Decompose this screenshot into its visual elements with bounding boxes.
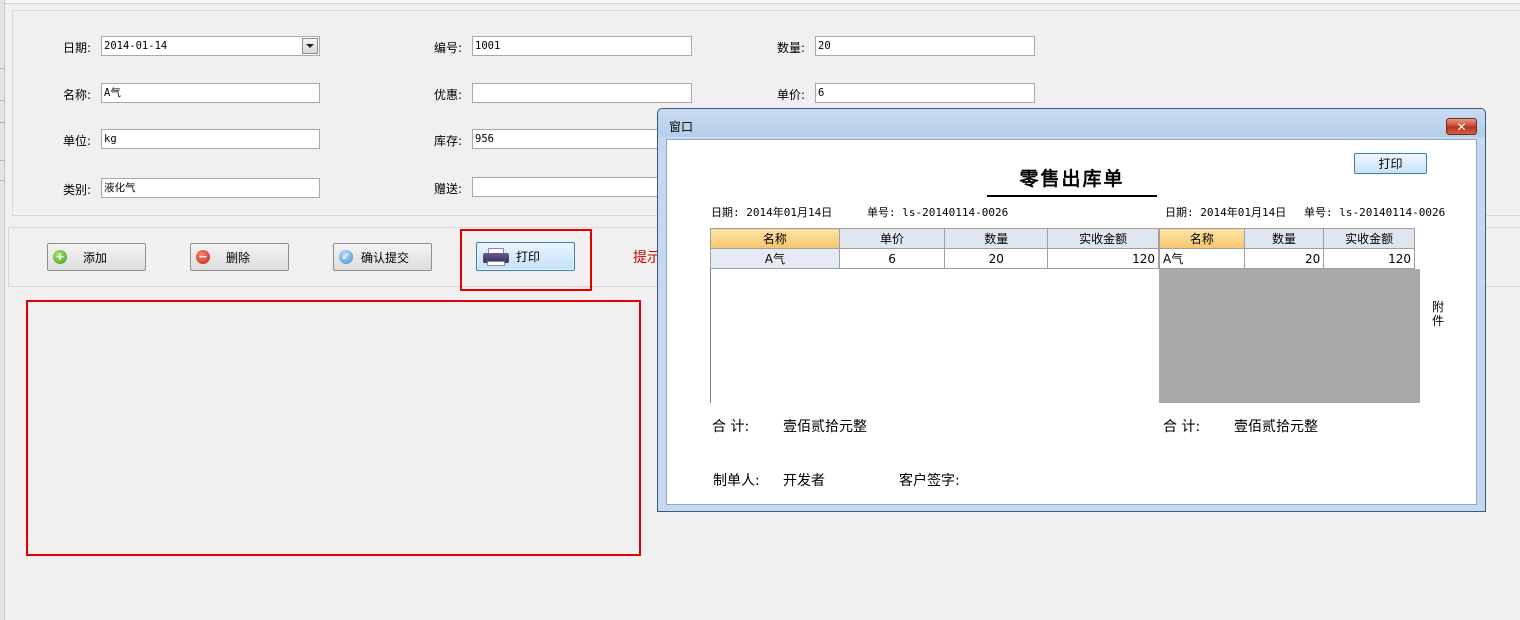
- category-field[interactable]: 液化气: [101, 178, 320, 198]
- plus-icon: +: [53, 250, 67, 264]
- date-picker[interactable]: 2014-01-14: [101, 36, 320, 56]
- stock-label: 库存:: [434, 134, 463, 148]
- empty-area-highlight: [26, 300, 641, 556]
- left-date-text: 日期: 2014年01月14日: [711, 206, 833, 219]
- maker-label: 制单人:: [713, 473, 760, 489]
- date-value: 2014-01-14: [104, 40, 168, 52]
- divider: [0, 160, 5, 161]
- unit-field[interactable]: kg: [101, 129, 320, 149]
- table-header-row: 名称 数量 实收金额: [1159, 228, 1415, 249]
- add-button[interactable]: + 添加: [47, 243, 146, 271]
- column-header[interactable]: 数量: [1243, 228, 1325, 249]
- divider: [0, 68, 5, 69]
- divider: [0, 122, 5, 123]
- confirm-submit-button[interactable]: ✓ 确认提交: [333, 243, 432, 271]
- divider: [0, 100, 5, 101]
- receipt-title: 零售出库单: [987, 164, 1157, 197]
- dialog-title: 窗口: [669, 120, 694, 134]
- divider: [0, 180, 5, 181]
- customer-signature-label: 客户签字:: [899, 473, 960, 489]
- delete-button[interactable]: − 删除: [190, 243, 289, 271]
- discount-field[interactable]: [472, 83, 692, 103]
- right-total-value: 壹佰贰拾元整: [1234, 419, 1318, 435]
- grid-empty-area: [1159, 269, 1420, 403]
- delete-button-label: 删除: [226, 250, 251, 265]
- code-label: 编号:: [434, 41, 463, 55]
- table-row[interactable]: A气 6 20 120: [710, 248, 1159, 269]
- print-button-highlight: [460, 229, 592, 291]
- unit-label: 单位:: [63, 134, 92, 148]
- column-header[interactable]: 实收金额: [1047, 228, 1159, 249]
- left-total-value: 壹佰贰拾元整: [783, 419, 867, 435]
- table-cell[interactable]: A气: [1159, 248, 1245, 269]
- grid-border: [710, 269, 711, 403]
- dialog-print-button[interactable]: 打印: [1354, 153, 1427, 174]
- receipt-dialog: 窗口 ✕ 打印 零售出库单 日期: 2014年01月14日 单号: ls-201…: [657, 108, 1486, 512]
- column-header[interactable]: 名称: [710, 228, 840, 249]
- quantity-label: 数量:: [777, 41, 806, 55]
- unit-price-field[interactable]: 6: [815, 83, 1035, 103]
- confirm-button-label: 确认提交: [361, 250, 410, 265]
- unit-price-label: 单价:: [777, 88, 806, 102]
- column-header[interactable]: 数量: [944, 228, 1049, 249]
- right-total-label: 合 计:: [1163, 419, 1201, 435]
- receipt-right-table: 名称 数量 实收金额 A气 20 120: [1159, 228, 1415, 269]
- left-edge-panel: [0, 0, 5, 620]
- right-order-number: 单号: ls-20140114-0026: [1304, 206, 1446, 219]
- column-header[interactable]: 名称: [1159, 228, 1245, 249]
- table-cell[interactable]: 6: [838, 248, 946, 269]
- category-label: 类别:: [63, 183, 92, 197]
- name-field[interactable]: A气: [101, 83, 320, 103]
- table-cell[interactable]: 20: [1243, 248, 1325, 269]
- maker-value: 开发者: [783, 473, 825, 489]
- close-icon[interactable]: ✕: [1446, 118, 1477, 135]
- gift-label: 赠送:: [434, 182, 463, 196]
- table-row[interactable]: A气 20 120: [1159, 248, 1415, 269]
- name-label: 名称:: [63, 88, 92, 102]
- minus-icon: −: [196, 250, 210, 264]
- table-header-row: 名称 单价 数量 实收金额: [710, 228, 1159, 249]
- top-border: [5, 0, 1520, 4]
- table-cell[interactable]: 20: [944, 248, 1049, 269]
- add-button-label: 添加: [83, 250, 108, 265]
- table-cell[interactable]: 120: [1047, 248, 1159, 269]
- quantity-field[interactable]: 20: [815, 36, 1035, 56]
- check-icon: ✓: [339, 250, 353, 264]
- discount-label: 优惠:: [434, 88, 463, 102]
- column-header[interactable]: 单价: [838, 228, 946, 249]
- table-cell[interactable]: A气: [710, 248, 840, 269]
- receipt-canvas: 打印 零售出库单 日期: 2014年01月14日 单号: ls-20140114…: [666, 139, 1477, 505]
- left-total-label: 合 计:: [712, 419, 750, 435]
- left-order-number: 单号: ls-20140114-0026: [867, 206, 1009, 219]
- table-cell[interactable]: 120: [1323, 248, 1415, 269]
- receipt-left-table: 名称 单价 数量 实收金额 A气 6 20 120: [710, 228, 1159, 269]
- right-date-text: 日期: 2014年01月14日: [1165, 206, 1287, 219]
- chevron-down-icon[interactable]: [302, 38, 318, 54]
- attachment-label: 附件: [1432, 300, 1445, 328]
- code-field[interactable]: 1001: [472, 36, 692, 56]
- column-header[interactable]: 实收金额: [1323, 228, 1415, 249]
- date-label: 日期:: [63, 41, 92, 55]
